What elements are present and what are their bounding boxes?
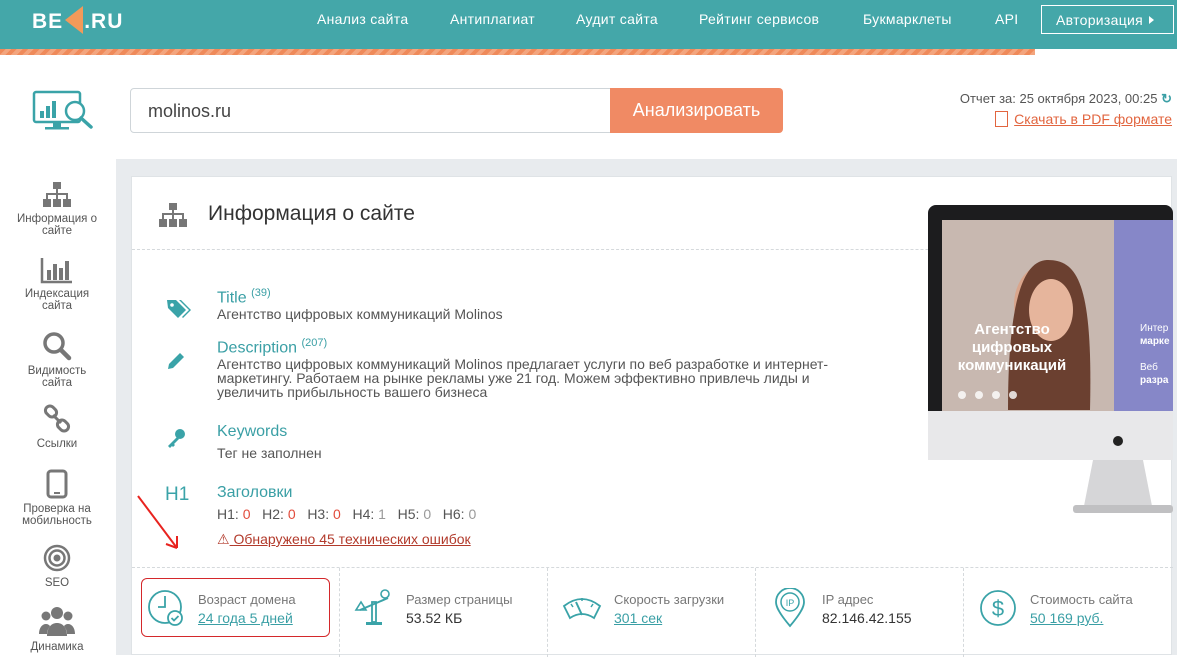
stat-ip-address: IP IP адрес 82.146.42.155 [756, 568, 964, 657]
sidebar-item-visibility[interactable]: Видимость сайта [17, 331, 97, 389]
stat-domain-age: Возраст домена 24 года 5 дней [132, 568, 340, 657]
meta-keywords-value: Тег не заполнен [217, 445, 322, 461]
meta-keywords-label: Keywords [217, 423, 288, 440]
ip-pin-icon: IP [775, 588, 805, 628]
meta-description-value: Агентство цифровых коммуникаций Molinos … [217, 356, 829, 401]
target-icon [43, 544, 71, 572]
analyze-button[interactable]: Анализировать [610, 88, 783, 133]
nav-site-audit[interactable]: Аудит сайта [576, 11, 658, 27]
meta-title-value: Агентство цифровых коммуникаций Molinos [217, 306, 503, 323]
sidebar-item-indexing[interactable]: Индексация сайта [17, 256, 97, 312]
link-icon [43, 404, 71, 433]
stat-site-cost-value[interactable]: 50 169 руб. [1030, 610, 1103, 626]
sidebar: Информация о сайте Индексация сайта Види… [17, 159, 97, 655]
sidebar-item-dynamics[interactable]: Динамика [17, 605, 97, 653]
stat-load-speed-label: Скорость загрузки [614, 592, 725, 607]
stats-row: Возраст домена 24 года 5 дней Размер стр… [132, 567, 1173, 657]
preview-side-text: Интер марке Веб разра [1140, 323, 1170, 386]
report-date: Отчет за: 25 октября 2023, 00:25 ↻ [959, 91, 1172, 106]
sitemap-icon [43, 182, 71, 207]
meta-title-label: Title (39) [217, 287, 271, 307]
stat-load-speed-value[interactable]: 301 сек [614, 610, 662, 626]
meta-description-row: Description (207) Агентство цифровых ком… [217, 337, 867, 399]
headings-counts: H1: 0 H2: 0 H3: 0 H4: 1 H5: 0 H6: 0 [217, 506, 477, 522]
pdf-icon [995, 111, 1009, 127]
sitemap-icon [159, 203, 187, 227]
meta-keywords-row: Keywords Тег не заполнен [217, 423, 322, 460]
decorative-stripe [0, 49, 1035, 55]
site-logo[interactable]: BE .RU [32, 6, 123, 34]
nav-antiplagiarism[interactable]: Антиплагиат [450, 11, 535, 27]
svg-text:IP: IP [786, 598, 795, 608]
speedometer-icon [562, 598, 602, 620]
stat-site-cost: $ Стоимость сайта 50 169 руб. [964, 568, 1172, 657]
refresh-icon[interactable]: ↻ [1161, 91, 1172, 106]
meta-title-row: Title (39) Агентство цифровых коммуникац… [217, 287, 503, 321]
stat-load-speed: Скорость загрузки 301 сек [548, 568, 756, 657]
stat-page-size-value: 53.52 КБ [406, 610, 463, 626]
key-icon [168, 429, 185, 448]
stat-ip-address-label: IP адрес [822, 592, 874, 607]
sidebar-item-mobile[interactable]: Проверка на мобильность [17, 469, 97, 527]
dollar-icon: $ [980, 590, 1016, 626]
nav-site-analysis[interactable]: Анализ сайта [317, 11, 408, 27]
warning-icon: ⚠ [217, 531, 230, 547]
users-icon [39, 607, 75, 636]
site-info-card: Информация о сайте Title (39) Агентство … [131, 176, 1173, 657]
scales-icon [354, 589, 390, 625]
search-input[interactable]: molinos.ru [130, 88, 611, 133]
highlight-box [141, 578, 330, 637]
stat-page-size: Размер страницы 53.52 КБ [340, 568, 548, 657]
tags-icon [167, 300, 191, 318]
nav-bookmarklets[interactable]: Букмарклеты [863, 11, 952, 27]
pencil-icon [168, 353, 184, 369]
sidebar-item-site-info[interactable]: Информация о сайте [17, 181, 97, 237]
preview-headline: Агентство цифровых коммуникаций [957, 321, 1067, 374]
search-icon [43, 332, 72, 361]
headings-label: Заголовки [217, 484, 293, 501]
stat-ip-address-value: 82.146.42.155 [822, 610, 912, 626]
stat-page-size-label: Размер страницы [406, 592, 513, 607]
nav-services-rating[interactable]: Рейтинг сервисов [699, 11, 819, 27]
site-preview-monitor: Агентство цифровых коммуникаций Интер мар… [928, 205, 1173, 520]
sidebar-item-seo[interactable]: SEO [17, 543, 97, 589]
stat-site-cost-label: Стоимость сайта [1030, 592, 1133, 607]
bar-chart-icon [40, 258, 72, 284]
svg-text:$: $ [992, 596, 1004, 621]
pdf-download-link[interactable]: Скачать в PDF формате [995, 111, 1172, 127]
technical-errors-link[interactable]: ⚠ Обнаружено 45 технических ошибок [217, 531, 471, 548]
auth-button[interactable]: Авторизация [1041, 5, 1174, 34]
analytics-monitor-icon [31, 89, 95, 136]
meta-description-label: Description (207) [217, 337, 328, 357]
mobile-icon [46, 469, 68, 499]
sidebar-item-links[interactable]: Ссылки [17, 404, 97, 450]
annotation-arrow-icon [137, 495, 178, 549]
caret-right-icon [1149, 16, 1155, 24]
headings-row: Заголовки H1: 0 H2: 0 H3: 0 H4: 1 H5: 0 … [217, 484, 476, 521]
card-title: Информация о сайте [208, 202, 415, 225]
nav-api[interactable]: API [995, 11, 1018, 27]
